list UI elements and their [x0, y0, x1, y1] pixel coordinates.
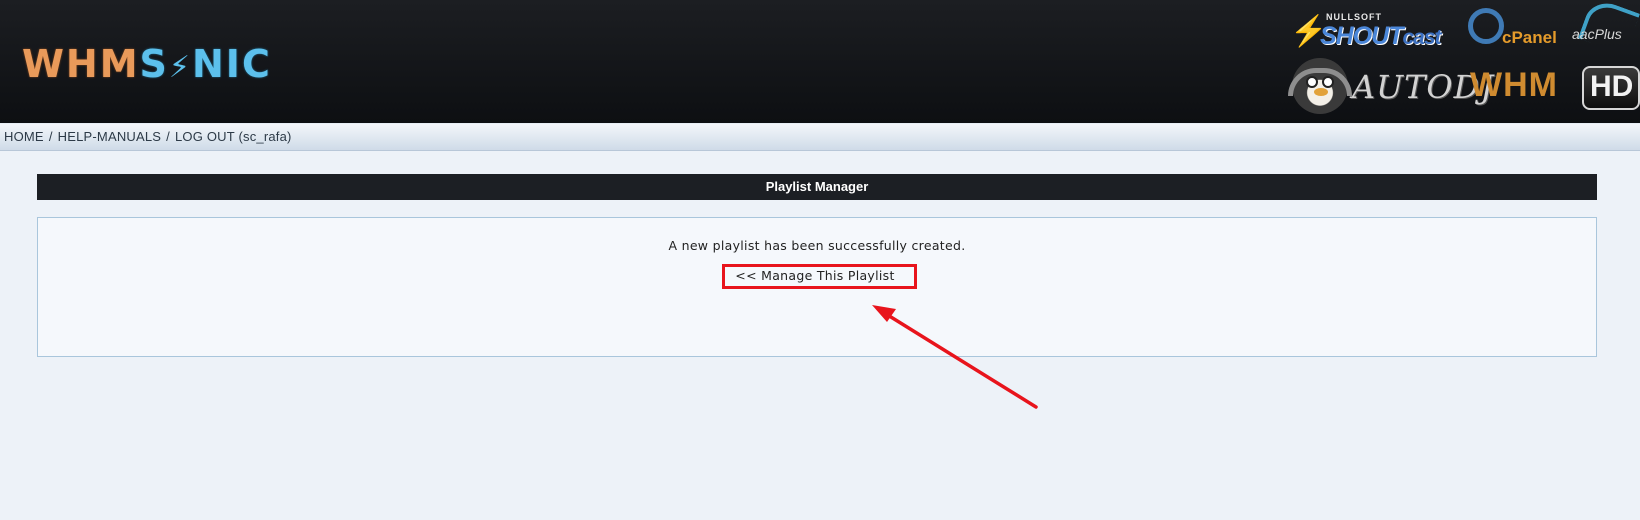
nav-logout-link[interactable]: LOG OUT (sc_rafa) [175, 129, 292, 144]
whmsonic-logo[interactable]: WHMS⚡NIC [22, 34, 272, 94]
shoutcast-nullsoft-text: NULLSOFT [1326, 12, 1382, 22]
nav-home-link[interactable]: HOME [4, 129, 44, 144]
nav-separator: / [166, 129, 170, 144]
breadcrumb-nav: HOME / HELP-MANUALS / LOG OUT (sc_rafa) [0, 123, 1640, 151]
hd-text: HD [1590, 70, 1634, 103]
shoutcast-main-text: SHOUT [1320, 22, 1403, 50]
penguin-beak [1314, 88, 1328, 96]
shoutcast-cast-text: cast [1402, 26, 1442, 49]
bolt-icon: ⚡ [168, 50, 192, 85]
breadcrumb: HOME / HELP-MANUALS / LOG OUT (sc_rafa) [4, 129, 292, 144]
autodj-logo: AUTODJ [1288, 58, 1493, 116]
site-header: WHMS⚡NIC ⚡ NULLSOFT SHOUTcast cPanel aac… [0, 0, 1640, 123]
logo-text-nic: NIC [192, 42, 272, 86]
penguin-eye-right [1322, 76, 1334, 88]
nav-separator: / [48, 129, 53, 144]
aacplus-logo: aacPlus [1572, 0, 1640, 56]
hd-logo: HD [1582, 66, 1640, 110]
penguin-eye-left [1306, 76, 1318, 88]
cpanel-text: cPanel [1502, 28, 1557, 47]
nav-help-manuals-link[interactable]: HELP-MANUALS [58, 129, 162, 144]
cpanel-c-icon [1468, 8, 1504, 44]
whm-text: WHM [1470, 66, 1558, 104]
penguin-icon [1288, 58, 1352, 114]
shoutcast-logo: ⚡ NULLSOFT SHOUTcast [1290, 10, 1450, 50]
cpanel-logo: cPanel [1462, 8, 1572, 48]
success-message: A new playlist has been successfully cre… [668, 238, 966, 253]
logo-text-whm: WHM [22, 42, 140, 86]
manage-playlist-link[interactable]: << Manage This Playlist [722, 266, 908, 286]
whm-logo: WHM [1470, 66, 1570, 110]
aacplus-text: aacPlus [1572, 26, 1622, 42]
logo-text-s: S [139, 42, 169, 86]
panel-body: A new playlist has been successfully cre… [37, 217, 1597, 357]
panel-title: Playlist Manager [37, 174, 1597, 200]
